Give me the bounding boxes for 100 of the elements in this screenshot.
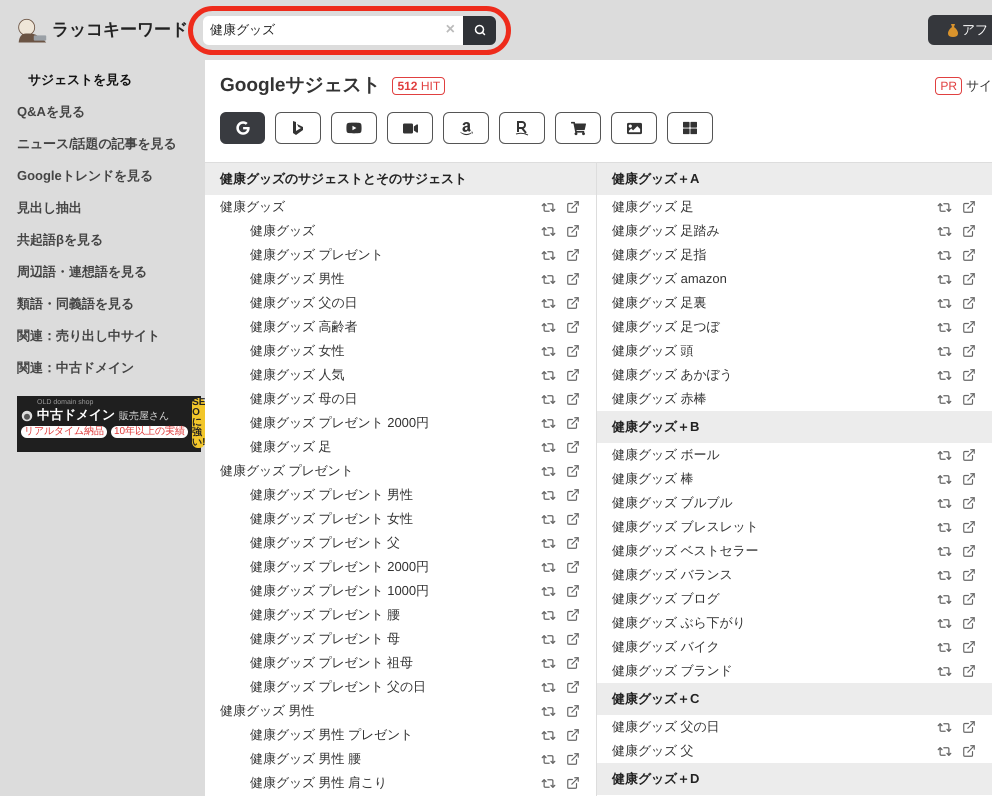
external-link-icon[interactable] xyxy=(566,248,580,262)
suggestion-text[interactable]: 健康グッズ 男性 腰 xyxy=(250,749,541,769)
source-tab[interactable] xyxy=(443,112,489,144)
suggestion-text[interactable]: 健康グッズ プレゼント 男性 xyxy=(250,485,541,505)
suggestion-text[interactable]: 健康グッズ プレゼント 父の日 xyxy=(250,677,541,697)
suggestion-text[interactable]: 健康グッズ 男性 プレゼント xyxy=(250,725,541,745)
external-link-icon[interactable] xyxy=(962,664,976,678)
source-tab[interactable] xyxy=(220,112,265,144)
external-link-icon[interactable] xyxy=(566,344,580,358)
external-link-icon[interactable] xyxy=(962,272,976,286)
suggestion-text[interactable]: 健康グッズ プレゼント 腰 xyxy=(250,605,541,625)
external-link-icon[interactable] xyxy=(566,776,580,790)
external-link-icon[interactable] xyxy=(566,704,580,718)
suggestion-text[interactable]: 健康グッズ 足裏 xyxy=(612,293,937,313)
external-link-icon[interactable] xyxy=(566,464,580,478)
external-link-icon[interactable] xyxy=(566,512,580,526)
suggestion-text[interactable]: 健康グッズ 父 xyxy=(612,741,937,761)
pr-text[interactable]: サイ xyxy=(966,76,992,96)
external-link-icon[interactable] xyxy=(566,608,580,622)
sidebar-link[interactable]: 類語・同義語を見る xyxy=(17,288,205,320)
sidebar-link[interactable]: サジェストを見る xyxy=(17,64,205,96)
suggestion-text[interactable]: 健康グッズ 父の日 xyxy=(612,717,937,737)
suggestion-text[interactable]: 健康グッズ プレゼント xyxy=(250,245,541,265)
source-tab[interactable] xyxy=(387,112,433,144)
suggestion-text[interactable]: 健康グッズ 男性 xyxy=(250,269,541,289)
external-link-icon[interactable] xyxy=(962,448,976,462)
suggestion-text[interactable]: 健康グッズ バランス xyxy=(612,565,937,585)
sidebar-link[interactable]: 関連：売り出し中サイト xyxy=(17,320,205,352)
suggestion-text[interactable]: 健康グッズ あかぼう xyxy=(612,365,937,385)
suggestion-text[interactable]: 健康グッズ プレゼント 1000円 xyxy=(250,581,541,601)
external-link-icon[interactable] xyxy=(962,544,976,558)
source-tab[interactable] xyxy=(611,112,657,144)
suggestion-text[interactable]: 健康グッズ 足 xyxy=(612,197,937,217)
suggestion-text[interactable]: 健康グッズ ブランド xyxy=(612,661,937,681)
external-link-icon[interactable] xyxy=(566,488,580,502)
external-link-icon[interactable] xyxy=(962,368,976,382)
source-tab[interactable] xyxy=(555,112,601,144)
external-link-icon[interactable] xyxy=(566,656,580,670)
suggestion-text[interactable]: 健康グッズ 母の日 xyxy=(250,389,541,409)
external-link-icon[interactable] xyxy=(566,728,580,742)
sidebar-link[interactable]: ニュース/話題の記事を見る xyxy=(17,128,205,160)
suggestion-text[interactable]: 健康グッズ 足 xyxy=(250,437,541,457)
external-link-icon[interactable] xyxy=(962,472,976,486)
external-link-icon[interactable] xyxy=(962,616,976,630)
suggestion-text[interactable]: 健康グッズ 足踏み xyxy=(612,221,937,241)
suggestion-text[interactable]: 健康グッズ プレゼント 2000円 xyxy=(250,557,541,577)
sidebar-link[interactable]: 共起語βを見る xyxy=(17,224,205,256)
suggestion-text[interactable]: 健康グッズ ブレスレット xyxy=(612,517,937,537)
external-link-icon[interactable] xyxy=(962,248,976,262)
external-link-icon[interactable] xyxy=(962,200,976,214)
external-link-icon[interactable] xyxy=(566,560,580,574)
suggestion-text[interactable]: 健康グッズ 高齢者 xyxy=(250,317,541,337)
search-button[interactable] xyxy=(463,16,496,44)
sidebar-link[interactable]: Q&Aを見る xyxy=(17,96,205,128)
suggestion-text[interactable]: 健康グッズ 足指 xyxy=(612,245,937,265)
suggestion-text[interactable]: 健康グッズ バイク xyxy=(612,637,937,657)
sidebar-link[interactable]: 関連：中古ドメイン xyxy=(17,352,205,384)
external-link-icon[interactable] xyxy=(962,568,976,582)
external-link-icon[interactable] xyxy=(566,392,580,406)
suggestion-text[interactable]: 健康グッズ ぶら下がり xyxy=(612,613,937,633)
external-link-icon[interactable] xyxy=(962,592,976,606)
suggestion-text[interactable]: 健康グッズ ブルブル xyxy=(612,493,937,513)
external-link-icon[interactable] xyxy=(566,416,580,430)
external-link-icon[interactable] xyxy=(566,320,580,334)
external-link-icon[interactable] xyxy=(566,200,580,214)
suggestion-text[interactable]: 健康グッズ プレゼント 2000円 xyxy=(250,413,541,433)
suggestion-text[interactable]: 健康グッズ プレゼント xyxy=(220,461,541,481)
external-link-icon[interactable] xyxy=(962,320,976,334)
external-link-icon[interactable] xyxy=(566,224,580,238)
external-link-icon[interactable] xyxy=(566,584,580,598)
suggestion-text[interactable]: 健康グッズ 女性 xyxy=(250,341,541,361)
source-tab[interactable] xyxy=(499,112,545,144)
suggestion-text[interactable]: 健康グッズ 棒 xyxy=(612,469,937,489)
external-link-icon[interactable] xyxy=(566,272,580,286)
external-link-icon[interactable] xyxy=(962,720,976,734)
affiliate-button[interactable]: アフ xyxy=(928,15,992,45)
sidebar-link[interactable]: 見出し抽出 xyxy=(17,192,205,224)
suggestion-text[interactable]: 健康グッズ 男性 肩こり xyxy=(250,773,541,793)
logo-text[interactable]: ラッコキーワード xyxy=(52,17,188,43)
external-link-icon[interactable] xyxy=(962,296,976,310)
external-link-icon[interactable] xyxy=(962,744,976,758)
suggestion-text[interactable]: 健康グッズ 父の日 xyxy=(250,293,541,313)
suggestion-text[interactable]: 健康グッズ ボール xyxy=(612,445,937,465)
suggestion-text[interactable]: 健康グッズ 男性 xyxy=(220,701,541,721)
external-link-icon[interactable] xyxy=(566,752,580,766)
external-link-icon[interactable] xyxy=(962,640,976,654)
external-link-icon[interactable] xyxy=(962,344,976,358)
external-link-icon[interactable] xyxy=(962,224,976,238)
suggestion-text[interactable]: 健康グッズ プレゼント 祖母 xyxy=(250,653,541,673)
suggestion-text[interactable]: 健康グッズ プレゼント 母 xyxy=(250,629,541,649)
source-tab[interactable] xyxy=(331,112,377,144)
suggestion-text[interactable]: 健康グッズ 赤棒 xyxy=(612,389,937,409)
external-link-icon[interactable] xyxy=(566,296,580,310)
external-link-icon[interactable] xyxy=(566,536,580,550)
suggestion-text[interactable]: 健康グッズ プレゼント 女性 xyxy=(250,509,541,529)
external-link-icon[interactable] xyxy=(962,520,976,534)
suggestion-text[interactable]: 健康グッズ amazon xyxy=(612,269,937,289)
suggestion-text[interactable]: 健康グッズ ベストセラー xyxy=(612,541,937,561)
suggestion-text[interactable]: 健康グッズ xyxy=(250,221,541,241)
sidebar-link[interactable]: 周辺語・連想語を見る xyxy=(17,256,205,288)
